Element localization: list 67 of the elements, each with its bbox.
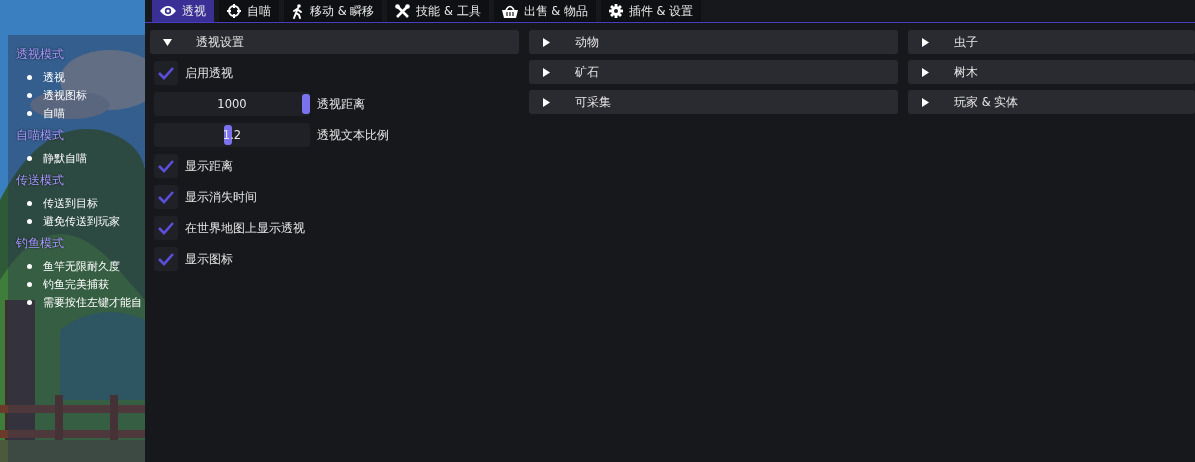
feature-item: 透视 bbox=[43, 69, 65, 85]
bullet-icon bbox=[27, 299, 32, 305]
group-heading: 钓鱼模式 bbox=[16, 236, 65, 251]
gear-icon bbox=[608, 4, 623, 18]
section-header[interactable]: 透视设置 bbox=[150, 30, 519, 54]
checkbox[interactable] bbox=[154, 185, 178, 209]
eye-icon bbox=[160, 5, 176, 17]
check-icon bbox=[158, 252, 174, 266]
group-heading: 自喵模式 bbox=[16, 128, 65, 143]
checkbox-label: 显示消失时间 bbox=[185, 189, 257, 205]
bullet-icon bbox=[27, 263, 32, 269]
tools-icon bbox=[395, 3, 411, 19]
slider-thumb[interactable] bbox=[302, 94, 310, 114]
group-heading: 透视模式 bbox=[16, 47, 65, 62]
feature-item: 传送到目标 bbox=[43, 195, 98, 211]
bullet-icon bbox=[27, 155, 32, 161]
bullet-icon bbox=[27, 74, 32, 80]
tab[interactable]: 出售 & 物品 bbox=[493, 0, 596, 22]
right-triangle-icon bbox=[921, 97, 930, 107]
feature-item: 鱼竿无限耐久度 bbox=[43, 258, 120, 274]
right-triangle-icon bbox=[921, 37, 930, 47]
checkbox[interactable] bbox=[154, 247, 178, 271]
tab[interactable]: 插件 & 设置 bbox=[600, 0, 702, 22]
section-header[interactable]: 玩家 & 实体 bbox=[908, 90, 1195, 114]
down-triangle-icon bbox=[163, 37, 172, 47]
group-heading: 传送模式 bbox=[16, 173, 65, 188]
right-triangle-icon bbox=[542, 67, 551, 77]
tab[interactable]: 技能 & 工具 bbox=[387, 0, 489, 22]
basket-icon bbox=[501, 4, 518, 18]
slider-label: 透视文本比例 bbox=[317, 127, 389, 143]
check-icon bbox=[158, 159, 174, 173]
slider-label: 透视距离 bbox=[317, 96, 365, 112]
section-header[interactable]: 可采集 bbox=[529, 90, 898, 114]
crosshair-icon bbox=[227, 4, 241, 18]
check-icon bbox=[158, 221, 174, 235]
check-icon bbox=[158, 190, 174, 204]
checkbox-label: 在世界地图上显示透视 bbox=[185, 220, 305, 236]
feature-item: 自喵 bbox=[43, 105, 65, 121]
checkbox[interactable] bbox=[154, 61, 178, 85]
right-triangle-icon bbox=[542, 97, 551, 107]
right-triangle-icon bbox=[921, 67, 930, 77]
bullet-icon bbox=[27, 200, 32, 206]
checkbox-label: 显示距离 bbox=[185, 158, 233, 174]
tab[interactable]: 自喵 bbox=[219, 0, 279, 22]
tab[interactable]: 移动 & 瞬移 bbox=[284, 0, 383, 22]
section-header[interactable]: 虫子 bbox=[908, 30, 1195, 54]
checkbox-label: 显示图标 bbox=[185, 251, 233, 267]
bullet-icon bbox=[27, 281, 32, 287]
feature-item: 避免传送到玩家 bbox=[43, 213, 120, 229]
bullet-icon bbox=[27, 92, 32, 98]
checkbox-label: 启用透视 bbox=[185, 65, 233, 81]
bullet-icon bbox=[27, 110, 32, 116]
section-header[interactable]: 矿石 bbox=[529, 60, 898, 84]
tab[interactable]: 透视 bbox=[152, 0, 214, 22]
walking-person-icon bbox=[292, 3, 304, 19]
checkbox[interactable] bbox=[154, 216, 178, 240]
section-header[interactable]: 树木 bbox=[908, 60, 1195, 84]
check-icon bbox=[158, 66, 174, 80]
bullet-icon bbox=[27, 218, 32, 224]
feature-item: 透视图标 bbox=[43, 87, 87, 103]
slider[interactable]: 1000 bbox=[154, 92, 310, 116]
section-header[interactable]: 动物 bbox=[529, 30, 898, 54]
right-triangle-icon bbox=[542, 37, 551, 47]
checkbox[interactable] bbox=[154, 154, 178, 178]
feature-item: 钓鱼完美捕获 bbox=[43, 276, 109, 292]
feature-item: 静默自喵 bbox=[43, 150, 87, 166]
feature-item: 需要按住左键才能自 bbox=[43, 294, 142, 310]
